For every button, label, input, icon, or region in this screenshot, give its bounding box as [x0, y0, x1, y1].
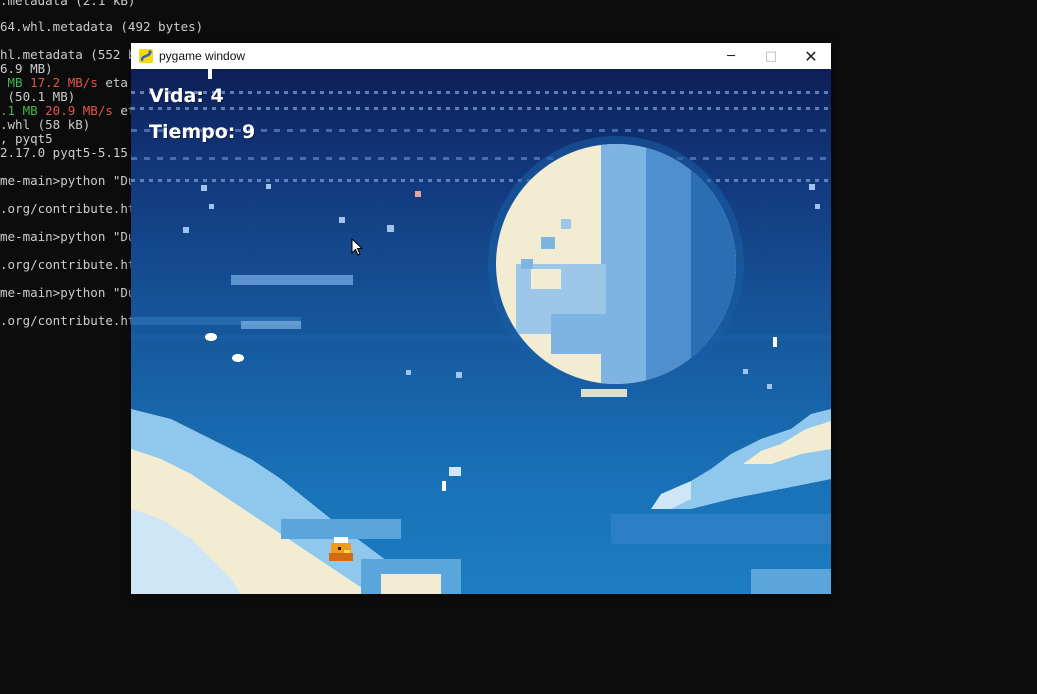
game-canvas[interactable]: Vida: 4 Tiempo: 9 [131, 69, 831, 594]
terminal-text: 6.9 MB) [0, 61, 53, 76]
pygame-snake-icon [139, 49, 153, 63]
minimize-icon: ─ [727, 48, 735, 64]
terminal-text: .whl (58 kB) [0, 117, 91, 132]
terminal-text: hl.metadata (552 by [0, 47, 143, 62]
window-title: pygame window [159, 49, 246, 63]
terminal-line: me-main>python "Duc [0, 286, 143, 300]
terminal-text: me-main>python "Duc [0, 173, 143, 188]
terminal-line: .org/contribute.htm [0, 202, 143, 216]
terminal-text: eta [97, 75, 136, 90]
cloud-puff [232, 354, 244, 362]
terminal-text: .org/contribute.htm [0, 313, 143, 328]
terminal-line: hl.metadata (552 by [0, 48, 143, 62]
terminal-line: .org/contribute.htm [0, 314, 143, 328]
terminal-line: 64.whl.metadata (492 bytes) [0, 20, 203, 34]
terminal-line: .org/contribute.htm [0, 258, 143, 272]
terminal-text: (50.1 MB) [0, 89, 76, 104]
terminal-line: , pyqt5 [0, 132, 53, 146]
terminal-line: .whl (58 kB) [0, 118, 90, 132]
window-titlebar[interactable]: pygame window ─ □ ✕ [131, 43, 831, 69]
terminal-text: me-main>python "Duc [0, 285, 143, 300]
terminal-text: .org/contribute.htm [0, 257, 143, 272]
close-icon: ✕ [804, 46, 818, 66]
close-button[interactable]: ✕ [791, 43, 831, 69]
clouds-right [611, 409, 831, 594]
minimize-button[interactable]: ─ [711, 43, 751, 69]
terminal-line: me-main>python "Duc [0, 174, 143, 188]
time-counter: Tiempo: 9 [149, 121, 256, 143]
cloud-puff [205, 333, 217, 341]
terminal-line: (50.1 MB) [0, 89, 76, 104]
terminal-text: 2.17.0 pyqt5-5.15.1 [0, 145, 143, 160]
terminal-text: .1 MB [0, 103, 46, 118]
terminal-line: .1 MB 20.9 MB/s eta [0, 104, 143, 118]
pygame-window: pygame window ─ □ ✕ Vida: 4 Tiempo: 9 [131, 43, 831, 594]
mouse-cursor-icon [351, 238, 363, 256]
terminal-line: MB 17.2 MB/s eta 0 [0, 75, 144, 90]
terminal-text: .org/contribute.htm [0, 201, 143, 216]
maximize-button[interactable]: □ [751, 43, 791, 69]
moon [488, 136, 744, 397]
terminal-text: , pyqt5 [0, 131, 53, 146]
terminal-line: me-main>python "Duc [0, 230, 143, 244]
maximize-icon: □ [764, 48, 778, 64]
terminal-line: 6.9 MB) [0, 62, 53, 76]
game-scene [131, 69, 831, 594]
terminal-line: .metadata (2.1 kB) [0, 0, 135, 8]
terminal-text: 64.whl.metadata (492 bytes) [0, 19, 204, 34]
terminal-text: 17.2 MB/s [30, 75, 98, 90]
terminal-text: me-main>python "Duc [0, 229, 143, 244]
clouds-left [131, 409, 461, 594]
terminal-text: 20.9 MB/s [45, 103, 113, 118]
terminal-text: .metadata (2.1 kB) [0, 0, 136, 8]
lives-counter: Vida: 4 [149, 85, 224, 107]
terminal-text: MB [0, 75, 31, 90]
terminal-line: 2.17.0 pyqt5-5.15.1 [0, 146, 143, 160]
